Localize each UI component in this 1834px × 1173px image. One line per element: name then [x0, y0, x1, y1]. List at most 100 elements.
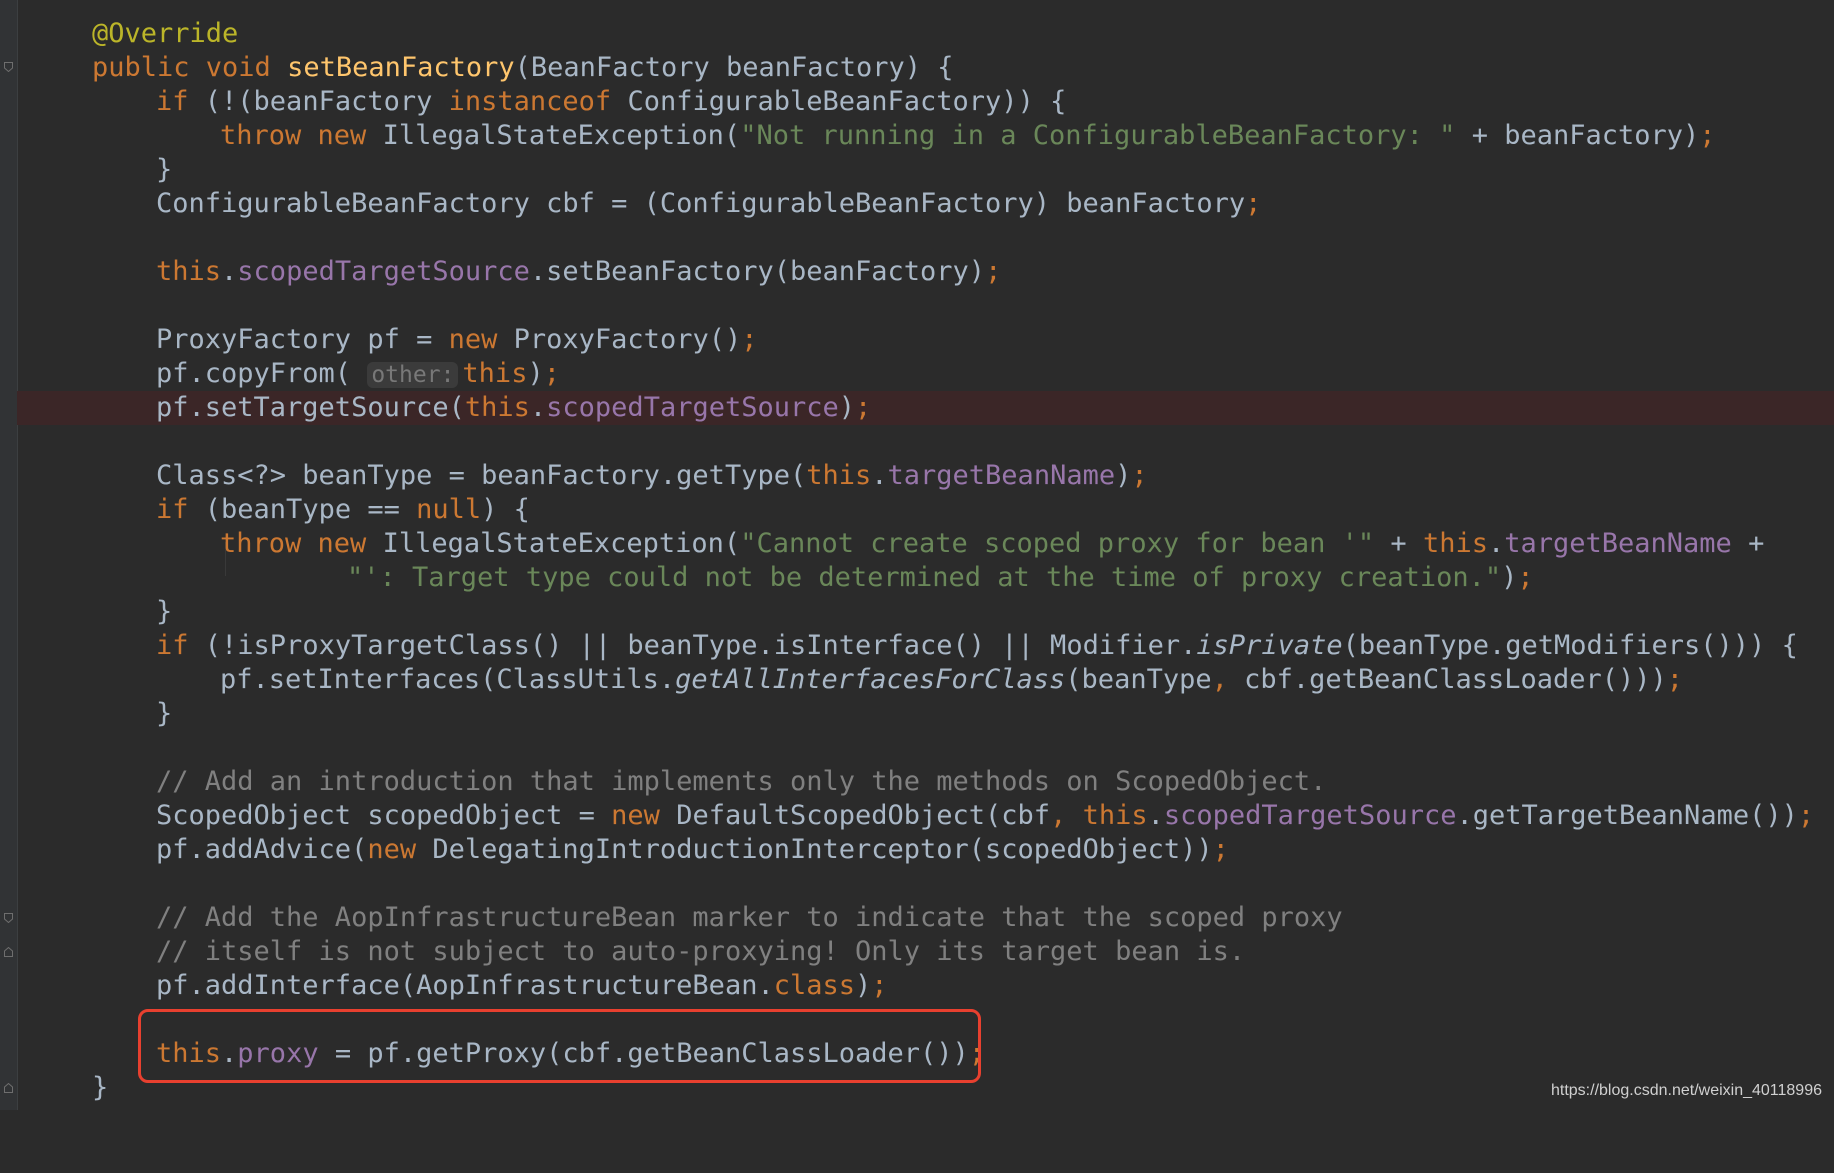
code-line: } [0, 697, 1834, 731]
code-token: cbf.getBeanClassLoader())) [1244, 664, 1667, 695]
code-token: ProxyFactory() [513, 324, 742, 355]
semicolon-token: ; [1666, 664, 1684, 695]
method-name-token: setBeanFactory [287, 52, 515, 83]
comment-token: // Add the AopInfrastructureBean marker … [156, 902, 1343, 933]
code-token: (beanType [1065, 664, 1212, 695]
semicolon-token: ; [1517, 562, 1534, 593]
code-token: (!isProxyTargetClass() || beanType.isInt… [204, 630, 1197, 661]
code-token: . [529, 392, 547, 423]
code-token: IllegalStateException( [382, 120, 741, 151]
keyword-token: if [156, 494, 205, 525]
code-token: pf.setTargetSource( [156, 392, 465, 423]
code-line: public void setBeanFactory(BeanFactory b… [0, 51, 1834, 85]
code-token: pf.addInterface(AopInfrastructureBean. [156, 970, 774, 1001]
code-token: .setBeanFactory(beanFactory) [529, 256, 986, 287]
code-token: (beanType == [204, 494, 417, 525]
static-method-token: isPrivate [1196, 630, 1343, 661]
code-line: ConfigurableBeanFactory cbf = (Configura… [0, 187, 1834, 221]
comment-token: // Add an introduction that implements o… [156, 766, 1327, 797]
semicolon-token: ; [1245, 188, 1262, 219]
keyword-token: null [416, 494, 482, 525]
red-highlight-box [138, 1009, 981, 1083]
keyword-token: this [156, 256, 222, 287]
keyword-token: if [156, 630, 205, 661]
code-line: @Override [0, 17, 1834, 51]
code-line: Class<?> beanType = beanFactory.getType(… [0, 459, 1834, 493]
semicolon-token: ; [741, 324, 758, 355]
code-token: ConfigurableBeanFactory)) { [627, 86, 1067, 117]
semicolon-token: ; [871, 970, 888, 1001]
code-token: . [1487, 528, 1505, 559]
keyword-token: new [367, 834, 433, 865]
code-token: (BeanFactory beanFactory) { [514, 52, 954, 83]
field-token: targetBeanName [887, 460, 1116, 491]
code-line: // itself is not subject to auto-proxyin… [0, 935, 1834, 969]
code-line: throw new IllegalStateException("Not run… [0, 119, 1834, 153]
field-token: scopedTargetSource [237, 256, 530, 287]
static-method-token: getAllInterfacesForClass [675, 664, 1066, 695]
keyword-token: new [448, 324, 514, 355]
semicolon-token: ; [543, 358, 560, 389]
keyword-token: instanceof [448, 86, 628, 117]
keyword-token: throw new [220, 528, 383, 559]
semicolon-token: ; [1699, 120, 1716, 151]
field-token: scopedTargetSource [546, 392, 839, 423]
code-line: // Add an introduction that implements o… [0, 765, 1834, 799]
watermark-text: https://blog.csdn.net/weixin_40118996 [1550, 1082, 1822, 1099]
code-token: + beanFactory) [1455, 120, 1700, 151]
code-token: + [1374, 528, 1423, 559]
code-line-error-highlight: pf.setTargetSource(this.scopedTargetSour… [17, 391, 1834, 425]
code-line: if (!(beanFactory instanceof Configurabl… [0, 85, 1834, 119]
code-token: (beanType.getModifiers())) { [1342, 630, 1798, 661]
code-token: } [156, 154, 173, 185]
parameter-hint: other: [367, 362, 459, 388]
code-line: pf.copyFrom( other: this); [0, 357, 1834, 391]
code-token: DelegatingIntroductionInterceptor(scoped… [432, 834, 1213, 865]
keyword-token: this [462, 358, 528, 389]
code-token: + [1731, 528, 1765, 559]
annotation-token: @Override [92, 18, 239, 49]
code-line: this.scopedTargetSource.setBeanFactory(b… [0, 255, 1834, 289]
keyword-token: this [1082, 800, 1148, 831]
code-line: if (!isProxyTargetClass() || beanType.is… [0, 629, 1834, 663]
comma-token: , [1050, 800, 1083, 831]
code-token: ) [855, 970, 872, 1001]
code-line: // Add the AopInfrastructureBean marker … [0, 901, 1834, 935]
code-token: DefaultScopedObject(cbf [676, 800, 1051, 831]
keyword-token: this [806, 460, 872, 491]
code-token: IllegalStateException( [382, 528, 741, 559]
code-token: } [92, 1072, 109, 1103]
code-token: ) { [481, 494, 530, 525]
code-line: if (beanType == null) { [0, 493, 1834, 527]
code-line: } [0, 153, 1834, 187]
code-token: } [156, 596, 173, 627]
semicolon-token: ; [985, 256, 1002, 287]
code-token: (!(beanFactory [204, 86, 449, 117]
field-token: scopedTargetSource [1163, 800, 1457, 831]
code-token: pf.setInterfaces(ClassUtils. [220, 664, 676, 695]
code-line: ProxyFactory pf = new ProxyFactory(); [0, 323, 1834, 357]
semicolon-token: ; [1212, 834, 1229, 865]
code-area[interactable]: @Override public void setBeanFactory(Bea… [0, 0, 1834, 1110]
keyword-token: class [773, 970, 855, 1001]
code-token: . [1147, 800, 1164, 831]
comma-token: , [1211, 664, 1245, 695]
keyword-token: this [1422, 528, 1488, 559]
string-token: "Not running in a ConfigurableBeanFactor… [740, 120, 1456, 151]
code-token: ScopedObject scopedObject = [156, 800, 612, 831]
code-line: pf.addAdvice(new DelegatingIntroductionI… [0, 833, 1834, 867]
keyword-token: public void [92, 52, 288, 83]
code-line: pf.setInterfaces(ClassUtils.getAllInterf… [0, 663, 1834, 697]
string-token: "Cannot create scoped proxy for bean '" [740, 528, 1375, 559]
comment-token: // itself is not subject to auto-proxyin… [156, 936, 1246, 967]
semicolon-token: ; [1797, 800, 1815, 831]
code-token: pf.addAdvice( [156, 834, 368, 865]
code-token: . [871, 460, 888, 491]
code-line: "': Target type could not be determined … [0, 561, 1834, 595]
keyword-token: new [611, 800, 677, 831]
string-token: "': Target type could not be determined … [347, 562, 1502, 593]
code-editor[interactable]: @Override public void setBeanFactory(Bea… [0, 0, 1834, 1110]
semicolon-token: ; [855, 392, 872, 423]
code-token: .getTargetBeanName()) [1456, 800, 1798, 831]
field-token: targetBeanName [1504, 528, 1732, 559]
